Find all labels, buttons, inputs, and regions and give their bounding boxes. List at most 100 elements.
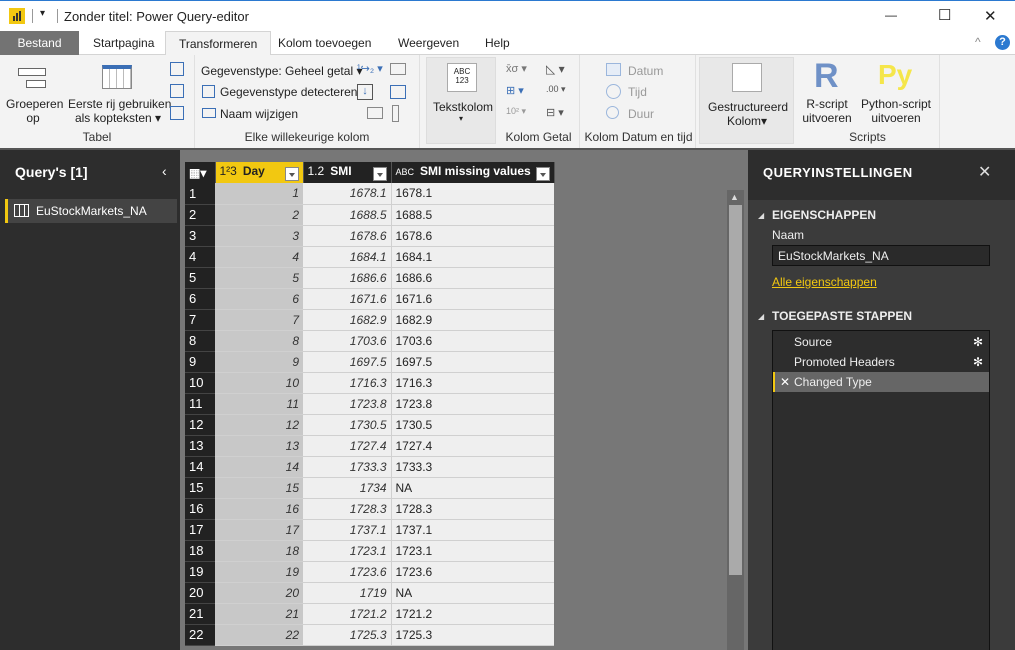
tab-bestand[interactable]: Bestand [0,31,79,55]
cell-day[interactable]: 6 [215,288,303,309]
cell-day[interactable]: 18 [215,540,303,561]
row-number[interactable]: 6 [185,288,215,309]
rounding-icon[interactable]: .00 ▾ [546,84,566,95]
cell-smi-missing[interactable]: 1733.3 [391,456,554,477]
cell-day[interactable]: 10 [215,372,303,393]
run-r-script-button[interactable]: R-script uitvoeren [802,97,852,125]
statistics-icon[interactable]: x̄σ ▾ [506,62,527,75]
cell-smi-missing[interactable]: 1723.8 [391,393,554,414]
cell-smi[interactable]: 1727.4 [303,435,391,456]
cell-smi[interactable]: 1728.3 [303,498,391,519]
cell-day[interactable]: 20 [215,582,303,603]
row-number[interactable]: 15 [185,477,215,498]
fill-icon[interactable]: ↓ [357,84,373,100]
row-number[interactable]: 10 [185,372,215,393]
row-number[interactable]: 13 [185,435,215,456]
row-number[interactable]: 4 [185,246,215,267]
row-number[interactable]: 17 [185,519,215,540]
filter-dropdown-icon[interactable] [536,167,550,181]
cell-smi-missing[interactable]: 1684.1 [391,246,554,267]
column-header-smi-missing[interactable]: ABCSMI missing values [391,162,554,183]
scientific-icon[interactable]: 10² ▾ [506,106,526,117]
filter-dropdown-icon[interactable] [285,167,299,181]
structured-column-button[interactable]: Gestructureerd Kolom▾ [699,57,794,144]
filter-dropdown-icon[interactable] [373,167,387,181]
cell-smi[interactable]: 1716.3 [303,372,391,393]
cell-smi-missing[interactable]: NA [391,582,554,603]
unpivot-icon[interactable] [390,85,406,99]
row-number[interactable]: 7 [185,309,215,330]
cell-smi-missing[interactable]: 1678.6 [391,225,554,246]
cell-smi[interactable]: 1721.2 [303,603,391,624]
row-number[interactable]: 8 [185,330,215,351]
cell-smi-missing[interactable]: 1671.6 [391,288,554,309]
row-number[interactable]: 14 [185,456,215,477]
close-settings-icon[interactable]: ✕ [978,162,991,182]
quick-access-dropdown-icon[interactable]: ▾ [40,8,45,19]
first-row-headers-button[interactable]: Eerste rij gebruiken als kopteksten ▾ [68,97,168,125]
cell-smi-missing[interactable]: 1737.1 [391,519,554,540]
cell-day[interactable]: 16 [215,498,303,519]
tab-weergeven[interactable]: Weergeven [385,31,472,55]
row-number[interactable]: 1 [185,183,215,204]
step-source[interactable]: Source✻ [773,332,989,352]
cell-day[interactable]: 21 [215,603,303,624]
row-number[interactable]: 18 [185,540,215,561]
group-by-button[interactable]: Groeperen op [6,97,60,125]
rename-button[interactable]: Naam wijzigen [220,107,298,121]
row-number[interactable]: 20 [185,582,215,603]
cell-day[interactable]: 9 [215,351,303,372]
step-promoted-headers[interactable]: Promoted Headers✻ [773,352,989,372]
cell-smi[interactable]: 1733.3 [303,456,391,477]
cell-smi[interactable]: 1723.1 [303,540,391,561]
cell-smi[interactable]: 1678.1 [303,183,391,204]
cell-smi-missing[interactable]: 1697.5 [391,351,554,372]
row-number[interactable]: 5 [185,267,215,288]
text-type-icon[interactable]: ABC [396,167,415,177]
cell-smi-missing[interactable]: 1728.3 [391,498,554,519]
cell-smi[interactable]: 1697.5 [303,351,391,372]
cell-day[interactable]: 8 [215,330,303,351]
row-number[interactable]: 12 [185,414,215,435]
cell-smi[interactable]: 1678.6 [303,225,391,246]
cell-smi-missing[interactable]: 1723.1 [391,540,554,561]
cell-smi[interactable]: 1703.6 [303,330,391,351]
count-rows-icon[interactable] [170,106,184,120]
tab-kolom-toevoegen[interactable]: Kolom toevoegen [265,31,384,55]
cell-day[interactable]: 14 [215,456,303,477]
cell-day[interactable]: 15 [215,477,303,498]
information-icon[interactable]: ⊟ ▾ [546,106,564,119]
close-button[interactable]: ✕ [984,7,997,25]
cell-smi[interactable]: 1725.3 [303,624,391,645]
cell-smi-missing[interactable]: NA [391,477,554,498]
collapse-steps-icon[interactable]: ◢ [758,312,764,321]
cell-smi[interactable]: 1688.5 [303,204,391,225]
cell-day[interactable]: 3 [215,225,303,246]
cell-smi-missing[interactable]: 1721.2 [391,603,554,624]
cell-smi[interactable]: 1671.6 [303,288,391,309]
trigonometry-icon[interactable]: ◺ ▾ [546,62,565,76]
transpose-icon[interactable] [170,62,184,76]
step-changed-type[interactable]: ✕Changed Type [773,372,989,392]
cell-smi-missing[interactable]: 1686.6 [391,267,554,288]
cell-smi-missing[interactable]: 1682.9 [391,309,554,330]
row-number[interactable]: 19 [185,561,215,582]
column-header-smi[interactable]: 1.2SMI [303,162,391,183]
text-column-button[interactable]: ABC 123 Tekstkolom ▾ [426,57,496,144]
row-number[interactable]: 9 [185,351,215,372]
cell-smi-missing[interactable]: 1716.3 [391,372,554,393]
cell-day[interactable]: 12 [215,414,303,435]
cell-day[interactable]: 19 [215,561,303,582]
date-button[interactable]: Datum [628,64,663,78]
reverse-rows-icon[interactable] [170,84,184,98]
tab-startpagina[interactable]: Startpagina [80,31,167,55]
cell-smi[interactable]: 1682.9 [303,309,391,330]
scrollbar-thumb[interactable] [729,205,742,575]
detect-data-type-button[interactable]: Gegevenstype detecteren [220,85,357,99]
cell-smi[interactable]: 1686.6 [303,267,391,288]
pivot-column-icon[interactable] [390,63,406,75]
run-python-script-button[interactable]: Python-script uitvoeren [858,97,934,125]
move-icon[interactable] [367,107,383,119]
cell-day[interactable]: 7 [215,309,303,330]
cell-smi-missing[interactable]: 1688.5 [391,204,554,225]
